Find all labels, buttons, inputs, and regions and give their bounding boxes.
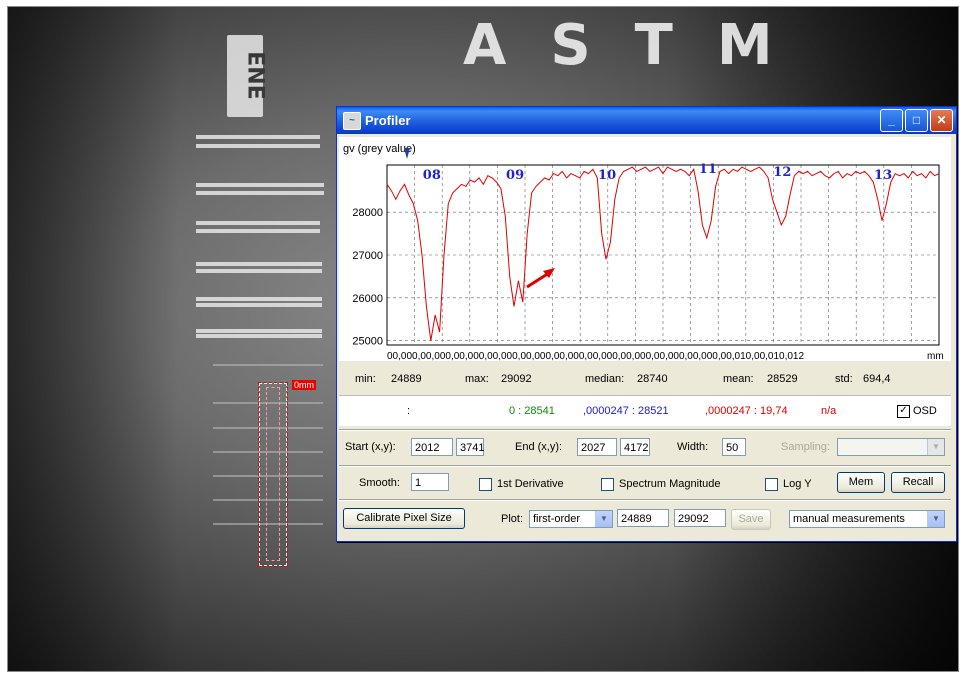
iqi-wire-09 bbox=[196, 183, 324, 187]
osd-blue-value: ,0000247 : 28521 bbox=[583, 405, 669, 417]
profile-line bbox=[386, 166, 940, 341]
start-x-field[interactable]: 2012 bbox=[411, 438, 453, 456]
iqi-wire-12 bbox=[196, 297, 322, 301]
max-label: max: bbox=[465, 373, 489, 385]
chevron-down-icon: ▼ bbox=[595, 511, 612, 527]
y-tick-label: 27000 bbox=[352, 250, 383, 262]
osd-na-value: n/a bbox=[821, 405, 837, 417]
plot-type-value: first-order bbox=[533, 513, 581, 525]
iqi-wire-13 bbox=[196, 329, 322, 333]
median-value: 28740 bbox=[637, 373, 668, 385]
mem-button[interactable]: Mem bbox=[837, 472, 885, 493]
osd-checkbox[interactable]: ✓ bbox=[897, 405, 910, 418]
osd-colon: : bbox=[407, 405, 411, 417]
separator bbox=[339, 429, 951, 431]
iqi-wire-11b bbox=[196, 269, 322, 273]
y-tick-label: 28000 bbox=[352, 207, 383, 219]
end-label: End (x,y): bbox=[515, 441, 563, 453]
minimize-button[interactable]: _ bbox=[880, 109, 903, 132]
plot-max-field[interactable]: 29092 bbox=[674, 509, 726, 527]
min-label: min: bbox=[355, 373, 376, 385]
profile-chart-svg: 25000 26000 27000 28000 08 09 10 11 12 13 00,000… bbox=[352, 148, 944, 361]
first-derivative-label: 1st Derivative bbox=[497, 478, 564, 490]
profiler-window[interactable]: ~ Profiler _ □ ✕ gv (grey value) 25000 26… bbox=[336, 106, 957, 542]
calibrate-pixel-size-button[interactable]: Calibrate Pixel Size bbox=[343, 508, 465, 529]
log-y-checkbox[interactable] bbox=[765, 478, 778, 491]
std-value: 694,4 bbox=[863, 373, 891, 385]
stats-row: min: 24889 max: 29092 median: 28740 mean… bbox=[339, 365, 951, 393]
sampling-dropdown[interactable]: ▼ bbox=[837, 438, 945, 456]
iqi-wire-08b bbox=[196, 144, 320, 148]
start-y-field[interactable]: 3741 bbox=[456, 438, 484, 456]
end-x-field[interactable]: 2027 bbox=[577, 438, 617, 456]
peak-label: 10 bbox=[598, 168, 616, 183]
smooth-field[interactable]: 1 bbox=[411, 473, 449, 491]
recall-button[interactable]: Recall bbox=[891, 472, 945, 493]
iqi-wire-11 bbox=[196, 262, 322, 266]
y-tick-labels: 25000 26000 27000 28000 bbox=[352, 207, 383, 348]
peak-label: 12 bbox=[773, 165, 791, 180]
y-tick-label: 26000 bbox=[352, 293, 383, 305]
window-title: Profiler bbox=[365, 113, 411, 128]
osd-row: : 0 : 28541 ,0000247 : 28521 ,0000247 : … bbox=[339, 395, 951, 426]
iqi-wire-10 bbox=[196, 221, 320, 225]
mean-label: mean: bbox=[723, 373, 754, 385]
first-derivative-checkbox[interactable] bbox=[479, 478, 492, 491]
measurement-mode-dropdown[interactable]: manual measurements ▼ bbox=[789, 510, 945, 528]
peak-label: 09 bbox=[506, 168, 524, 183]
close-button[interactable]: ✕ bbox=[930, 109, 953, 132]
maximize-button[interactable]: □ bbox=[905, 109, 928, 132]
separator bbox=[339, 499, 951, 501]
iqi-wire-09b bbox=[196, 191, 324, 195]
profiler-app-icon: ~ bbox=[343, 111, 361, 130]
mean-value: 28529 bbox=[767, 373, 798, 385]
profile-roi-inner[interactable] bbox=[266, 387, 280, 561]
cursor-marker-icon bbox=[404, 148, 410, 159]
save-button[interactable]: Save bbox=[731, 509, 771, 530]
iqi-wire-14 bbox=[213, 364, 323, 366]
chevron-down-icon: ▼ bbox=[927, 439, 944, 455]
plot-label: Plot: bbox=[501, 513, 524, 525]
peak-label: 13 bbox=[874, 168, 892, 183]
sampling-label: Sampling: bbox=[781, 441, 830, 453]
ene-marker-text: ENE bbox=[242, 51, 268, 100]
plot-type-dropdown[interactable]: first-order ▼ bbox=[529, 510, 613, 528]
log-y-label: Log Y bbox=[783, 478, 812, 490]
measurement-mode-value: manual measurements bbox=[793, 513, 905, 525]
ene-marker: ENE bbox=[227, 35, 268, 117]
osd-red-value: ,0000247 : 19,74 bbox=[705, 405, 788, 417]
spectrum-label: Spectrum Magnitude bbox=[619, 478, 721, 490]
peak-label: 11 bbox=[699, 162, 717, 177]
y-tick-label: 25000 bbox=[352, 336, 383, 348]
iqi-wire-13b bbox=[196, 334, 322, 338]
roi-distance-label: 0mm bbox=[292, 380, 316, 390]
iqi-wire-08 bbox=[196, 135, 320, 139]
x-tick-labels: 00,000,00,000,00,000,00,000,00,000,00,00… bbox=[387, 351, 804, 361]
x-axis-unit: mm bbox=[927, 351, 944, 361]
chevron-down-icon: ▼ bbox=[927, 511, 944, 527]
smooth-label: Smooth: bbox=[359, 477, 400, 489]
osd-green-value: 0 : 28541 bbox=[509, 405, 555, 417]
chart-grid bbox=[387, 165, 939, 345]
start-label: Start (x,y): bbox=[345, 441, 396, 453]
width-label: Width: bbox=[677, 441, 709, 453]
iqi-wire-12b bbox=[196, 303, 322, 307]
min-value: 24889 bbox=[391, 373, 422, 385]
astm-marker-text: ASTM bbox=[463, 13, 817, 78]
end-y-field[interactable]: 4172 bbox=[620, 438, 650, 456]
osd-label: OSD bbox=[913, 405, 937, 417]
width-field[interactable]: 50 bbox=[722, 438, 746, 456]
annotation-arrow-line bbox=[526, 271, 550, 289]
title-bar[interactable]: ~ Profiler _ □ ✕ bbox=[337, 107, 956, 134]
max-value: 29092 bbox=[501, 373, 532, 385]
median-label: median: bbox=[585, 373, 625, 385]
separator bbox=[339, 465, 951, 467]
spectrum-checkbox[interactable] bbox=[601, 478, 614, 491]
std-label: std: bbox=[835, 373, 853, 385]
profile-plot[interactable]: gv (grey value) 25000 26000 27000 28000 08 0… bbox=[339, 137, 951, 361]
plot-min-field[interactable]: 24889 bbox=[617, 509, 669, 527]
peak-label: 08 bbox=[423, 168, 441, 183]
iqi-wire-10b bbox=[196, 229, 320, 233]
